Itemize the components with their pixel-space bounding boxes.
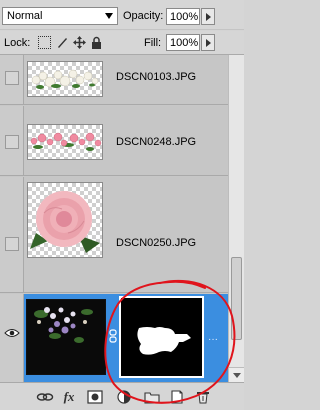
blend-mode-select[interactable]: Normal <box>2 7 118 25</box>
lock-position-icon[interactable] <box>73 36 86 49</box>
layer-name[interactable]: DSCN0250.JPG <box>116 237 196 249</box>
layer-row[interactable]: DSCN0250.JPG <box>0 177 228 293</box>
opacity-input[interactable]: 100% <box>166 8 200 25</box>
lock-label: Lock: <box>4 37 31 49</box>
eye-icon[interactable] <box>4 328 20 338</box>
fill-slider-button[interactable] <box>201 34 215 51</box>
selected-layer-row[interactable]: ··· <box>0 294 228 382</box>
scrollbar-thumb[interactable] <box>231 257 242 340</box>
group-folder-icon[interactable] <box>143 388 161 406</box>
fill-label: Fill: <box>144 37 162 49</box>
layer-row[interactable]: DSCN0248.JPG <box>0 106 228 176</box>
layers-scrollbar[interactable] <box>228 55 244 382</box>
layer-thumbnail <box>27 61 103 97</box>
adjustment-layer-icon[interactable] <box>115 388 133 406</box>
layer-thumbnail <box>27 182 103 258</box>
add-mask-icon[interactable] <box>86 388 104 406</box>
visibility-box[interactable] <box>5 135 19 149</box>
visibility-toggle[interactable] <box>0 55 24 104</box>
layers-toolbar: fx <box>0 382 244 410</box>
visibility-box[interactable] <box>5 237 19 251</box>
layer-thumbnail <box>26 299 106 375</box>
new-layer-icon[interactable] <box>168 388 186 406</box>
lock-transparency-icon[interactable] <box>38 36 51 49</box>
mask-link-icon[interactable] <box>108 329 118 343</box>
layer-name[interactable]: DSCN0248.JPG <box>116 136 196 148</box>
opacity-slider-button[interactable] <box>201 8 215 25</box>
opacity-label: Opacity: <box>123 10 164 22</box>
lock-fill-row: Lock: Fill: 100% <box>0 31 244 55</box>
link-layers-icon[interactable] <box>36 388 54 406</box>
trash-icon[interactable] <box>194 388 212 406</box>
layer-row[interactable]: DSCN0103.JPG <box>0 55 228 105</box>
fill-input[interactable]: 100% <box>166 34 200 51</box>
layer-thumbnail <box>27 124 103 160</box>
blend-mode-value: Normal <box>7 10 43 22</box>
lock-all-icon[interactable] <box>90 36 103 49</box>
visibility-toggle[interactable] <box>0 294 24 382</box>
more-dots-icon: ··· <box>208 334 218 345</box>
fx-icon[interactable]: fx <box>60 388 78 406</box>
layers-options-row: Normal Opacity: 100% <box>0 0 244 30</box>
layer-name[interactable]: DSCN0103.JPG <box>116 71 196 83</box>
layers-list: DSCN0103.JPG DSCN0248.JPG DSCN0250.JPG ·… <box>0 55 228 382</box>
layer-mask-thumbnail[interactable] <box>119 296 204 378</box>
chevron-down-icon <box>105 13 113 19</box>
visibility-box[interactable] <box>5 71 19 85</box>
scroll-down-button[interactable] <box>229 367 244 382</box>
lock-pixels-icon[interactable] <box>56 36 69 49</box>
visibility-toggle[interactable] <box>0 177 24 292</box>
visibility-toggle[interactable] <box>0 106 24 175</box>
